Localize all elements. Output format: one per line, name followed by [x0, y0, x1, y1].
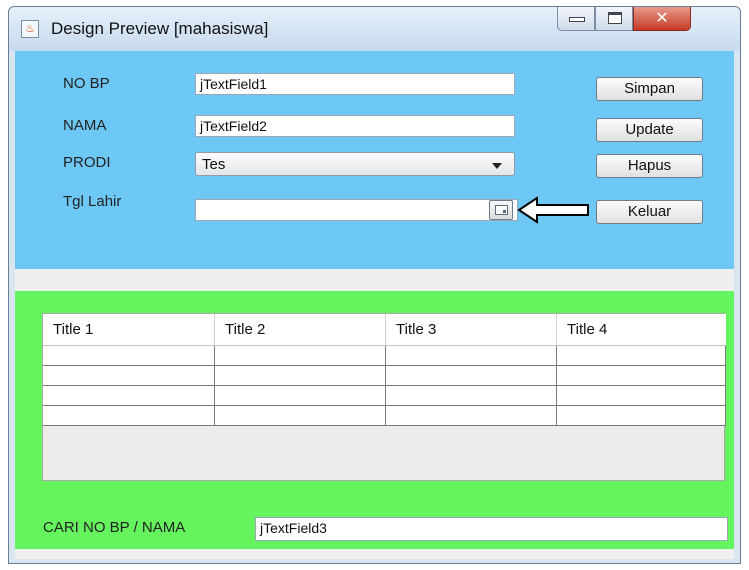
- hapus-button[interactable]: Hapus: [596, 154, 703, 178]
- table-row[interactable]: [43, 406, 726, 426]
- keluar-button[interactable]: Keluar: [596, 200, 703, 224]
- nobp-label: NO BP: [63, 75, 110, 92]
- column-header-2[interactable]: Title 2: [215, 314, 386, 345]
- tgl-lahir-label: Tgl Lahir: [63, 193, 122, 210]
- java-app-icon: ♨: [21, 20, 39, 38]
- table-cell[interactable]: [386, 346, 557, 365]
- prodi-selected-value: Tes: [202, 156, 226, 173]
- chevron-down-icon: [492, 163, 502, 169]
- table-cell[interactable]: [557, 366, 726, 385]
- window-title: Design Preview [mahasiswa]: [51, 19, 269, 38]
- table-cell[interactable]: [43, 406, 215, 425]
- table-cell[interactable]: [43, 366, 215, 385]
- column-header-4[interactable]: Title 4: [557, 314, 726, 345]
- app-window: ♨ Design Preview [mahasiswa] ✕ NO BP jTe…: [8, 6, 741, 564]
- table-cell[interactable]: [386, 366, 557, 385]
- maximize-button[interactable]: [595, 7, 633, 31]
- arrow-annotation-icon: [517, 196, 589, 224]
- prodi-label: PRODI: [63, 154, 111, 171]
- search-field[interactable]: jTextField3: [255, 517, 728, 541]
- table-cell[interactable]: [215, 386, 386, 405]
- prodi-combobox[interactable]: Tes: [195, 152, 515, 176]
- table-header: Title 1 Title 2 Title 3 Title 4: [43, 314, 726, 346]
- search-label: CARI NO BP / NAMA: [43, 519, 186, 536]
- title-bar[interactable]: ♨ Design Preview [mahasiswa] ✕: [9, 7, 740, 51]
- column-header-3[interactable]: Title 3: [386, 314, 557, 345]
- close-icon: ✕: [655, 10, 669, 27]
- table-cell[interactable]: [43, 346, 215, 365]
- minimize-icon: [569, 17, 585, 22]
- update-button[interactable]: Update: [596, 118, 703, 142]
- maximize-icon: [608, 12, 622, 24]
- table-cell[interactable]: [215, 366, 386, 385]
- date-picker-button[interactable]: [489, 200, 513, 220]
- table-cell[interactable]: [386, 406, 557, 425]
- table-row[interactable]: [43, 366, 726, 386]
- nama-label: NAMA: [63, 117, 107, 134]
- table-cell[interactable]: [557, 346, 726, 365]
- table-cell[interactable]: [557, 386, 726, 405]
- table-row[interactable]: [43, 346, 726, 366]
- table-cell[interactable]: [557, 406, 726, 425]
- minimize-button[interactable]: [557, 7, 595, 31]
- table-cell[interactable]: [215, 406, 386, 425]
- close-button[interactable]: ✕: [633, 7, 691, 31]
- table-cell[interactable]: [43, 386, 215, 405]
- data-table[interactable]: Title 1 Title 2 Title 3 Title 4: [42, 313, 726, 481]
- table-cell[interactable]: [215, 346, 386, 365]
- calendar-icon: [495, 205, 508, 215]
- tgl-lahir-field[interactable]: [195, 199, 518, 221]
- nama-field[interactable]: jTextField2: [195, 115, 515, 137]
- nobp-field[interactable]: jTextField1: [195, 73, 515, 95]
- simpan-button[interactable]: Simpan: [596, 77, 703, 101]
- table-row[interactable]: [43, 386, 726, 406]
- table-cell[interactable]: [386, 386, 557, 405]
- column-header-1[interactable]: Title 1: [43, 314, 215, 345]
- content-pane: NO BP jTextField1 NAMA jTextField2 PRODI…: [15, 51, 734, 559]
